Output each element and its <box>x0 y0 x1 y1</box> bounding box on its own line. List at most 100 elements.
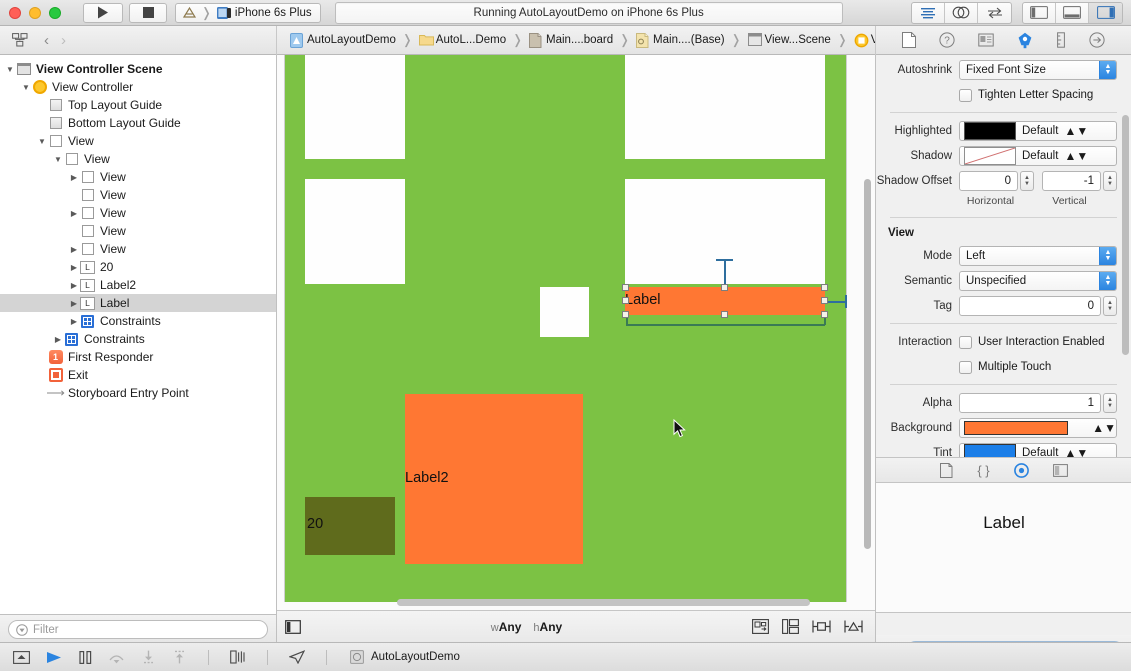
disclosure-triangle[interactable]: ▼ <box>36 137 48 146</box>
shadow-color-popup[interactable]: Default ▲▼ <box>959 146 1117 166</box>
outline-row[interactable]: ▶View <box>0 168 276 186</box>
background-color-popup[interactable]: ▲▼ <box>959 418 1117 438</box>
breakpoint-icon[interactable] <box>13 651 30 664</box>
pin-icon[interactable] <box>782 619 799 634</box>
checkbox-box[interactable] <box>959 89 972 102</box>
disclosure-triangle[interactable]: ▶ <box>52 335 64 344</box>
size-class-indicator[interactable]: wAny hAny <box>301 620 752 634</box>
toggle-debug-button[interactable] <box>1056 3 1089 23</box>
interface-builder-editor[interactable]: Label2 20 Label <box>277 55 875 642</box>
tighten-letter-spacing-checkbox[interactable]: Tighten Letter Spacing <box>959 89 1093 102</box>
outline-row[interactable]: ▶View <box>0 240 276 258</box>
outline-row[interactable]: ▶LLabel <box>0 294 276 312</box>
outline-tree[interactable]: ▼View Controller Scene▼View Controller▶T… <box>0 55 276 402</box>
outline-row[interactable]: ▶LLabel2 <box>0 276 276 294</box>
media-library-icon[interactable] <box>1053 464 1068 477</box>
outline-row[interactable]: ▶Constraints <box>0 312 276 330</box>
shadow-color-swatch[interactable] <box>964 147 1016 165</box>
library-item-label[interactable]: Label <box>983 513 1025 533</box>
outline-row[interactable]: ▶Constraints <box>0 330 276 348</box>
outline-row[interactable]: ▼View Controller Scene <box>0 60 276 78</box>
toggle-document-outline-button[interactable] <box>277 620 301 634</box>
resize-handle-mr[interactable] <box>821 297 828 304</box>
alpha-stepper[interactable]: ▲▼ <box>1103 393 1117 413</box>
resolve-issues-icon[interactable] <box>752 619 769 634</box>
label2-view[interactable]: Label2 <box>405 394 583 564</box>
canvas-scroll-area[interactable]: Label2 20 Label <box>277 55 875 602</box>
outline-row[interactable]: ▶Exit <box>0 366 276 384</box>
embed-icon[interactable] <box>844 619 863 634</box>
shadow-offset-vertical-field[interactable]: -1 <box>1042 171 1101 191</box>
attributes-inspector-content[interactable]: Autoshrink Fixed Font Size ▲▼ Tighten Le… <box>876 55 1131 457</box>
outline-row[interactable]: ▼View <box>0 132 276 150</box>
disclosure-triangle[interactable]: ▶ <box>68 317 80 326</box>
editor-mode-segmented[interactable] <box>911 2 1012 24</box>
white-box-top-left[interactable] <box>305 55 405 159</box>
outline-row[interactable]: ▶Bottom Layout Guide <box>0 114 276 132</box>
mode-popup[interactable]: Left ▲▼ <box>959 246 1117 266</box>
label20-view[interactable]: 20 <box>305 497 395 555</box>
tag-stepper[interactable]: ▲▼ <box>1103 296 1117 316</box>
assistant-editor-button[interactable] <box>945 3 978 23</box>
zoom-window-button[interactable] <box>49 7 61 19</box>
minimize-window-button[interactable] <box>29 7 41 19</box>
highlighted-color-popup[interactable]: Default ▲▼ <box>959 121 1117 141</box>
standard-editor-button[interactable] <box>912 3 945 23</box>
breadcrumb-item-2[interactable]: Main....board <box>524 33 618 48</box>
disclosure-triangle[interactable]: ▶ <box>68 245 80 254</box>
continue-icon[interactable] <box>46 651 63 664</box>
outline-row[interactable]: ▶Top Layout Guide <box>0 96 276 114</box>
shadow-offset-horizontal-field[interactable]: 0 <box>959 171 1018 191</box>
step-into-icon[interactable] <box>141 650 156 664</box>
close-window-button[interactable] <box>9 7 21 19</box>
disclosure-triangle[interactable]: ▶ <box>68 299 80 308</box>
white-box-top-right[interactable] <box>625 55 825 159</box>
background-color-swatch[interactable] <box>964 421 1068 435</box>
pause-icon[interactable] <box>79 651 92 664</box>
checkbox-box[interactable] <box>959 361 972 374</box>
shadow-offset-horizontal-stepper[interactable]: ▲▼ <box>1020 171 1034 191</box>
semantic-popup[interactable]: Unspecified ▲▼ <box>959 271 1117 291</box>
checkbox-box[interactable] <box>959 336 972 349</box>
outline-row[interactable]: ▼View Controller <box>0 78 276 96</box>
stop-button[interactable] <box>129 3 167 23</box>
canvas-horizontal-scrollbar[interactable] <box>277 596 875 609</box>
shadow-offset-vertical-stepper[interactable]: ▲▼ <box>1103 171 1117 191</box>
device-view[interactable]: Label2 20 Label <box>284 55 847 602</box>
tag-field[interactable]: 0 <box>959 296 1101 316</box>
disclosure-triangle[interactable]: ▶ <box>68 263 80 272</box>
view-hierarchy-icon[interactable] <box>230 650 246 664</box>
disclosure-triangle[interactable]: ▶ <box>68 173 80 182</box>
canvas-vertical-scrollbar[interactable] <box>862 59 873 599</box>
align-icon[interactable] <box>812 619 831 634</box>
white-box-small[interactable] <box>540 287 589 337</box>
object-library-list[interactable]: Label <box>876 483 1131 613</box>
attributes-icon[interactable] <box>1017 32 1033 49</box>
disclosure-triangle[interactable]: ▼ <box>20 83 32 92</box>
chevron-left-icon[interactable]: ‹ <box>44 32 49 49</box>
nav-history-arrows[interactable]: ‹ › <box>44 32 66 49</box>
identity-icon[interactable] <box>978 32 994 48</box>
toggle-navigator-button[interactable] <box>1023 3 1056 23</box>
ruler-icon[interactable] <box>1056 32 1066 48</box>
resize-handle-tl[interactable] <box>622 284 629 291</box>
run-button[interactable] <box>83 3 123 23</box>
toggle-utilities-button[interactable] <box>1089 3 1122 23</box>
resize-handle-bl[interactable] <box>622 311 629 318</box>
file-template-icon[interactable] <box>940 463 953 478</box>
resize-handle-tc[interactable] <box>721 284 728 291</box>
disclosure-triangle[interactable]: ▼ <box>4 65 16 74</box>
related-items-icon[interactable] <box>12 33 28 47</box>
breadcrumb-item-1[interactable]: AutoL...Demo <box>414 33 511 48</box>
canvas-horizontal-scroll-thumb[interactable] <box>397 599 810 606</box>
breadcrumb-item-0[interactable]: AutoLayoutDemo <box>285 33 401 48</box>
object-library-icon[interactable] <box>1014 463 1029 478</box>
process-indicator[interactable]: AutoLayoutDemo <box>332 650 460 664</box>
outline-row[interactable]: ▶⟶Storyboard Entry Point <box>0 384 276 402</box>
scheme-selector-button[interactable]: ❭ iPhone 6s Plus <box>175 3 321 23</box>
tint-color-popup[interactable]: Default ▲▼ <box>959 443 1117 457</box>
tint-color-swatch[interactable] <box>964 444 1016 457</box>
outline-row[interactable]: ▶View <box>0 186 276 204</box>
highlighted-color-swatch[interactable] <box>964 122 1016 140</box>
document-icon[interactable] <box>902 32 916 48</box>
